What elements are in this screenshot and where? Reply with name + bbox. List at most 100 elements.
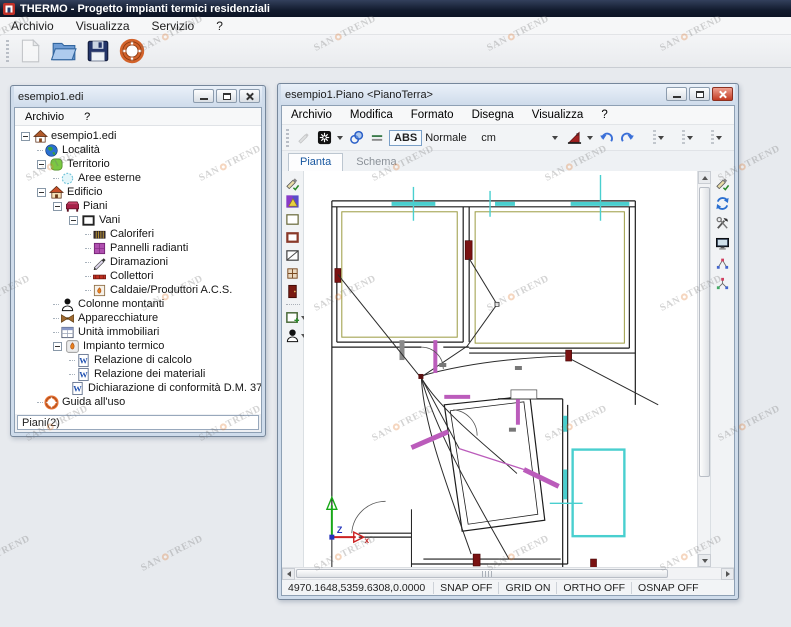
floor-plan-canvas[interactable]: Z x	[304, 171, 697, 567]
rect-diagonal-icon[interactable]	[284, 247, 302, 264]
tree-window-titlebar[interactable]: esempio1.edi	[14, 86, 262, 107]
toolbar-overflow-2[interactable]	[682, 129, 694, 146]
scroll-left-button[interactable]	[282, 568, 295, 580]
main-menu-servizio[interactable]: Servizio	[141, 18, 206, 34]
plan-menu-disegna[interactable]: Disegna	[463, 108, 523, 122]
tree-expander[interactable]	[53, 341, 62, 351]
tree-item[interactable]: Edificio	[15, 185, 261, 199]
pen-check-icon[interactable]	[284, 175, 302, 192]
door-icon[interactable]	[284, 283, 302, 300]
undo-icon[interactable]	[597, 129, 615, 147]
plan-menu-archivio[interactable]: Archivio	[282, 108, 341, 122]
house-icon	[33, 129, 48, 144]
tree-expander[interactable]	[53, 201, 62, 211]
tools-icon[interactable]	[714, 215, 732, 232]
angle-dropdown-caret[interactable]	[587, 135, 594, 140]
toolbar-overflow-3[interactable]	[711, 129, 723, 146]
column-person-icon[interactable]	[284, 327, 307, 344]
maximize-button[interactable]	[216, 89, 237, 103]
abs-toggle-button[interactable]: ABS	[389, 129, 423, 146]
help-button[interactable]	[117, 37, 147, 65]
tree-item[interactable]: Pannelli radianti	[15, 241, 261, 255]
tab-schema[interactable]: Schema	[345, 154, 407, 171]
tree-expander[interactable]	[69, 215, 78, 225]
floor-plan-window[interactable]: esempio1.Piano <PianoTerra> Archivio Modi…	[277, 83, 739, 600]
vertical-scrollbar[interactable]	[697, 171, 711, 567]
tree-expander[interactable]	[37, 187, 46, 197]
scroll-up-button[interactable]	[698, 171, 711, 184]
main-menu-?[interactable]: ?	[205, 18, 234, 34]
plan-toolbar: ABS Normale cm 0	[282, 125, 734, 151]
ortho-toggle[interactable]: ORTHO OFF	[556, 581, 631, 594]
tree-item[interactable]: Caldaie/Produttori A.C.S.	[15, 283, 261, 297]
tree-item[interactable]: W Relazione di calcolo	[15, 353, 261, 367]
vertical-scroll-thumb[interactable]	[699, 187, 710, 477]
minimize-button[interactable]	[193, 89, 214, 103]
open-button[interactable]	[49, 37, 79, 65]
osnap-toggle[interactable]: OSNAP OFF	[631, 581, 704, 594]
maximize-button[interactable]	[689, 87, 710, 101]
refresh-icon[interactable]	[714, 195, 732, 212]
tree-expander[interactable]	[21, 131, 30, 141]
snap-settings-icon[interactable]	[315, 129, 333, 147]
tree-expander[interactable]	[37, 159, 46, 169]
insert-rect-icon[interactable]	[284, 309, 307, 326]
horizontal-scrollbar[interactable]	[282, 567, 734, 580]
plan-window-titlebar[interactable]: esempio1.Piano <PianoTerra>	[281, 84, 735, 105]
window-small-icon[interactable]	[284, 265, 302, 282]
monitor-icon[interactable]	[714, 235, 732, 252]
close-button[interactable]	[239, 89, 260, 103]
tree-item[interactable]: Diramazioni	[15, 255, 261, 270]
close-button[interactable]	[712, 87, 733, 101]
minimize-button[interactable]	[666, 87, 687, 101]
rect-thick-icon[interactable]	[284, 229, 302, 246]
save-button[interactable]	[83, 37, 113, 65]
tree-item[interactable]: Guida all'uso	[15, 394, 261, 410]
color-tool-icon[interactable]	[284, 193, 302, 210]
scroll-right-button[interactable]	[721, 568, 734, 580]
line-style-icon[interactable]	[368, 129, 386, 147]
pen-check-icon[interactable]	[714, 175, 732, 192]
tree-item[interactable]: W Dichiarazione di conformità D.M. 37/08	[15, 381, 261, 395]
tree-item[interactable]: Vani	[15, 213, 261, 227]
node-a-icon[interactable]	[714, 255, 732, 272]
project-tree-window[interactable]: esempio1.edi Archivio? esempio1.edi Local…	[10, 85, 266, 437]
line-type-combobox[interactable]: Normale	[425, 132, 475, 144]
snap-dropdown-caret[interactable]	[337, 135, 343, 140]
tree-item[interactable]: Aree esterne	[15, 171, 261, 185]
tree-item[interactable]: Piani	[15, 199, 261, 213]
angle-tool-icon[interactable]: 0	[565, 129, 583, 147]
plan-menu-modifica[interactable]: Modifica	[341, 108, 402, 122]
horizontal-scroll-thumb[interactable]	[296, 569, 668, 578]
tab-pianta[interactable]: Pianta	[288, 153, 344, 171]
rect-thin-icon[interactable]	[284, 211, 302, 228]
tree-item[interactable]: Unità immobiliari	[15, 325, 261, 339]
draw-tool-icon[interactable]	[294, 129, 312, 147]
grid-toggle[interactable]: GRID ON	[498, 581, 556, 594]
tree-item[interactable]: Apparecchiature	[15, 311, 261, 325]
project-tree[interactable]: esempio1.edi Località Territorio Aree ester…	[15, 126, 261, 414]
tree-item[interactable]: esempio1.edi	[15, 129, 261, 143]
snap-toggle[interactable]: SNAP OFF	[433, 581, 498, 594]
osnap-rings-icon[interactable]	[347, 129, 365, 147]
tree-menu-?[interactable]: ?	[74, 110, 100, 124]
tree-item[interactable]: Località	[15, 143, 261, 157]
plan-menu-?[interactable]: ?	[592, 108, 616, 122]
redo-icon[interactable]	[618, 129, 636, 147]
scroll-down-button[interactable]	[698, 554, 711, 567]
tree-item[interactable]: Collettori	[15, 269, 261, 283]
tree-menu-archivio[interactable]: Archivio	[15, 110, 74, 124]
plan-menu-visualizza[interactable]: Visualizza	[523, 108, 593, 122]
node-b-icon[interactable]	[714, 275, 732, 292]
tree-item[interactable]: W Relazione dei materiali	[15, 367, 261, 381]
main-menu-visualizza[interactable]: Visualizza	[65, 18, 141, 34]
toolbar-overflow-1[interactable]	[653, 129, 665, 146]
floors-icon	[65, 199, 80, 214]
tree-item[interactable]: Impianto termico	[15, 339, 261, 353]
main-menu-archivio[interactable]: Archivio	[0, 18, 65, 34]
tree-item[interactable]: Territorio	[15, 157, 261, 171]
tree-item[interactable]: Caloriferi	[15, 227, 261, 241]
plan-menu-formato[interactable]: Formato	[402, 108, 463, 122]
units-combobox[interactable]: cm	[478, 129, 562, 146]
tree-item[interactable]: Colonne montanti	[15, 297, 261, 311]
